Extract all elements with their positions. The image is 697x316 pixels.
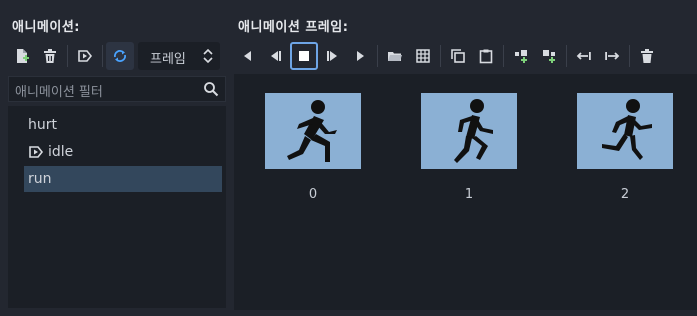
move-frame-left-button[interactable] bbox=[570, 42, 598, 70]
spinner-arrows-icon[interactable] bbox=[202, 47, 214, 65]
frames-view: 0 1 2 bbox=[234, 74, 697, 310]
running-figure-icon bbox=[287, 100, 337, 162]
move-frame-right-button[interactable] bbox=[598, 42, 626, 70]
animation-item-idle[interactable]: idle bbox=[24, 139, 222, 165]
play-icon bbox=[357, 51, 364, 61]
autoplay-icon bbox=[29, 146, 44, 158]
animations-toolbar: 프레임 bbox=[8, 40, 220, 72]
add-frames-from-file-button[interactable] bbox=[381, 42, 409, 70]
animation-frames-title: 애니메이션 프레임: bbox=[238, 20, 349, 35]
frame-thumbnail[interactable] bbox=[577, 93, 673, 169]
play-backwards-icon bbox=[244, 51, 251, 61]
insert-frame-before-button[interactable] bbox=[507, 42, 535, 70]
play-button[interactable] bbox=[346, 42, 374, 70]
play-backwards-from-end-icon bbox=[271, 51, 281, 61]
insert-after-icon bbox=[543, 50, 555, 63]
separator bbox=[566, 45, 567, 67]
frame-thumbnail[interactable] bbox=[421, 93, 517, 169]
play-backwards-button[interactable] bbox=[234, 42, 262, 70]
separator bbox=[67, 45, 68, 67]
open-file-icon bbox=[388, 52, 402, 61]
frame-index-label: 2 bbox=[620, 187, 630, 202]
search-icon bbox=[204, 82, 219, 97]
animation-list: hurt idle run bbox=[8, 106, 226, 308]
play-from-start-icon bbox=[327, 51, 337, 61]
stop-icon bbox=[299, 51, 309, 61]
move-right-icon bbox=[605, 52, 620, 60]
animation-filter-input[interactable]: 애니메이션 필터 bbox=[8, 76, 226, 102]
sprite-sheet-icon bbox=[416, 49, 430, 63]
play-backwards-from-end-button[interactable] bbox=[262, 42, 290, 70]
animation-label: run bbox=[28, 171, 52, 187]
insert-before-icon bbox=[515, 50, 527, 63]
running-figure-icon bbox=[602, 99, 652, 160]
new-animation-icon bbox=[17, 49, 29, 63]
speed-spinbox[interactable]: 프레임 bbox=[138, 42, 220, 70]
separator bbox=[102, 45, 103, 67]
play-from-start-button[interactable] bbox=[318, 42, 346, 70]
frames-toolbar bbox=[234, 40, 661, 72]
new-animation-button[interactable] bbox=[8, 42, 36, 70]
separator bbox=[440, 45, 441, 67]
loop-icon bbox=[114, 50, 126, 62]
separator bbox=[503, 45, 504, 67]
filter-placeholder: 애니메이션 필터 bbox=[15, 85, 103, 100]
running-figure-icon bbox=[454, 99, 493, 163]
paste-frame-button[interactable] bbox=[472, 42, 500, 70]
delete-frame-button[interactable] bbox=[633, 42, 661, 70]
insert-frame-after-button[interactable] bbox=[535, 42, 563, 70]
add-frames-from-sprite-sheet-button[interactable] bbox=[409, 42, 437, 70]
copy-icon bbox=[451, 49, 465, 63]
animation-item-run[interactable]: run bbox=[24, 166, 222, 192]
separator bbox=[629, 45, 630, 67]
paste-icon bbox=[479, 49, 493, 64]
animation-item-hurt[interactable]: hurt bbox=[24, 112, 222, 138]
autoplay-button[interactable] bbox=[71, 42, 99, 70]
delete-animation-icon bbox=[44, 49, 56, 63]
animation-label: hurt bbox=[28, 117, 57, 133]
frame-index-label: 0 bbox=[308, 187, 318, 202]
move-left-icon bbox=[576, 52, 591, 60]
frame-index-label: 1 bbox=[464, 187, 474, 202]
copy-frame-button[interactable] bbox=[444, 42, 472, 70]
delete-animation-button[interactable] bbox=[36, 42, 64, 70]
frame-thumbnail[interactable] bbox=[265, 93, 361, 169]
animation-list-panel: 애니메이션 필터 hurt idle run bbox=[8, 76, 226, 308]
animation-label: idle bbox=[48, 144, 74, 160]
autoplay-icon bbox=[78, 50, 93, 62]
stop-button[interactable] bbox=[290, 42, 318, 70]
loop-button[interactable] bbox=[106, 42, 134, 70]
speed-unit-label: 프레임 bbox=[150, 52, 186, 67]
delete-frame-icon bbox=[641, 49, 653, 63]
separator bbox=[377, 45, 378, 67]
animations-title: 애니메이션: bbox=[12, 20, 80, 35]
